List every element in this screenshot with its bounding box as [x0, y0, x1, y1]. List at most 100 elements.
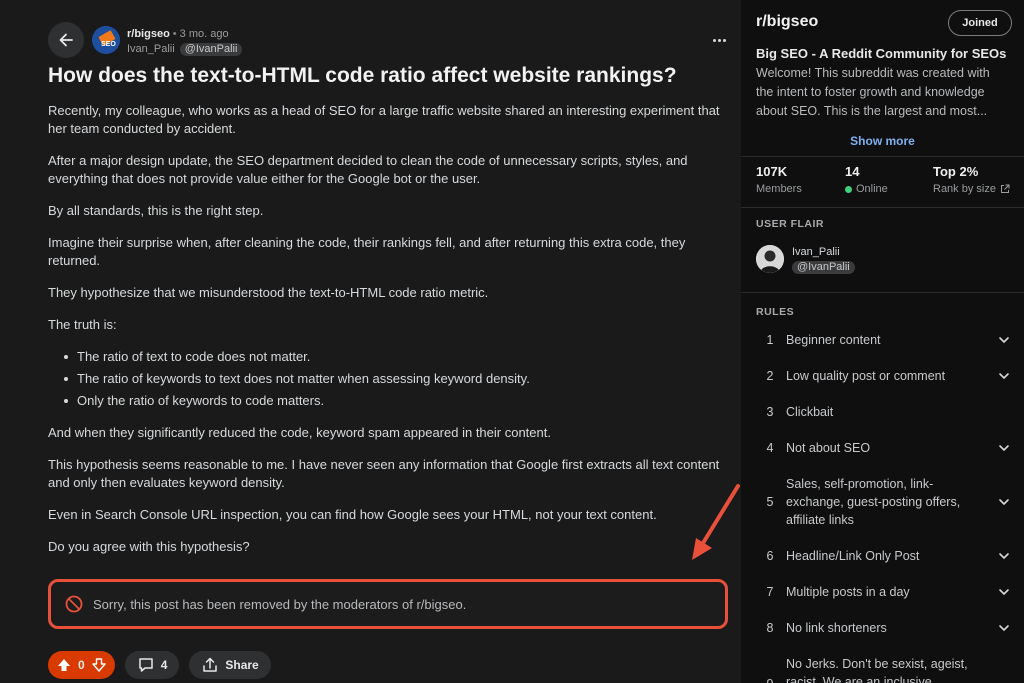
user-flair-tag[interactable]: @IvanPalii [792, 261, 855, 274]
divider [741, 207, 1024, 208]
post-paragraph: Do you agree with this hypothesis? [48, 539, 250, 554]
rule-number: 3 [766, 405, 774, 419]
post-paragraph: The truth is: [48, 317, 117, 332]
rule-text: Clickbait [786, 405, 834, 419]
show-more-button[interactable]: Show more [741, 134, 1024, 148]
share-button[interactable]: Share [189, 651, 271, 679]
comments-button[interactable]: 4 [124, 651, 180, 679]
rules-heading: RULES [756, 306, 795, 318]
rule-number: 4 [766, 441, 774, 455]
subreddit-avatar-icon[interactable]: SEO [92, 26, 120, 54]
rule-item[interactable]: 6 Headline/Link Only Post [756, 547, 1011, 565]
more-options-icon[interactable] [707, 30, 731, 50]
removed-notice: Sorry, this post has been removed by the… [48, 579, 728, 629]
chevron-down-icon [999, 445, 1009, 452]
rule-text: No Jerks. Don't be sexist, ageist, racis… [786, 657, 968, 683]
upvote-icon[interactable] [56, 657, 72, 673]
author-link[interactable]: Ivan_Palii [127, 42, 175, 56]
post-paragraph: Imagine their surprise when, after clean… [48, 235, 686, 268]
user-avatar-icon [756, 245, 784, 273]
post-meta: r/bigseo • 3 mo. ago Ivan_Palii @IvanPalii [127, 27, 243, 56]
stat-value: 14 [845, 164, 860, 179]
rule-item[interactable]: 1 Beginner content [756, 331, 1011, 349]
back-arrow-icon [59, 33, 73, 47]
subreddit-link[interactable]: r/bigseo [127, 28, 170, 40]
rule-text: Beginner content [786, 333, 881, 347]
community-title: Big SEO - A Reddit Community for SEOs [756, 46, 1007, 61]
community-description: Welcome! This subreddit was created with… [756, 66, 990, 118]
post-paragraph: This hypothesis seems reasonable to me. … [48, 457, 720, 490]
post-title: How does the text-to-HTML code ratio aff… [48, 64, 677, 87]
vote-count: 0 [78, 658, 85, 672]
rule-item[interactable]: 2 Low quality post or comment [756, 367, 1011, 385]
comment-icon [138, 658, 153, 672]
stat-rank[interactable]: Top 2% Rank by size [933, 164, 1010, 195]
stat-label: Online [856, 183, 888, 195]
chevron-down-icon [999, 625, 1009, 632]
rule-item[interactable]: 8 No link shorteners [756, 619, 1011, 637]
chevron-down-icon [999, 499, 1009, 506]
rule-number: 2 [766, 369, 774, 383]
rule-text: Multiple posts in a day [786, 585, 910, 599]
annotation-arrow [692, 484, 740, 560]
user-flair-heading: USER FLAIR [756, 218, 824, 230]
comment-count: 4 [160, 658, 168, 672]
post-paragraph: Recently, my colleague, who works as a h… [48, 103, 720, 136]
post-paragraph: And when they significantly reduced the … [48, 425, 551, 440]
post-paragraph: Even in Search Console URL inspection, y… [48, 507, 657, 522]
share-label: Share [225, 658, 259, 672]
chevron-down-icon [999, 337, 1009, 344]
joined-button[interactable]: Joined [948, 10, 1012, 36]
post-paragraph: After a major design update, the SEO dep… [48, 153, 688, 186]
post-body: Recently, my colleague, who works as a h… [48, 102, 728, 570]
stat-label: Members [756, 183, 802, 195]
share-icon [203, 657, 218, 672]
rule-number: 8 [766, 621, 774, 635]
downvote-icon[interactable] [91, 657, 107, 673]
vote-control: 0 [48, 651, 115, 679]
author-flair: @IvanPalii [179, 42, 243, 56]
stat-value: 107K [756, 164, 788, 179]
rule-text: No link shorteners [786, 621, 887, 635]
rule-number: 7 [766, 585, 774, 599]
post-paragraph: They hypothesize that we misunderstood t… [48, 285, 489, 300]
user-flair-name: Ivan_Palii [792, 246, 840, 258]
rule-text: Not about SEO [786, 441, 871, 455]
rule-item[interactable]: 5 Sales, self-promotion, link-exchange, … [756, 475, 1011, 529]
bullet-item: The ratio of keywords to text does not m… [64, 370, 728, 388]
back-button[interactable] [48, 22, 84, 58]
divider [741, 292, 1024, 293]
stat-online: 14 Online [845, 164, 888, 195]
rule-text: Sales, self-promotion, link-exchange, gu… [786, 477, 961, 527]
bullet-item: Only the ratio of keywords to code matte… [64, 392, 728, 410]
chevron-down-icon [999, 553, 1009, 560]
chevron-down-icon [999, 589, 1009, 596]
stat-value: Top 2% [933, 164, 979, 179]
rule-item[interactable]: 7 Multiple posts in a day [756, 583, 1011, 601]
removed-notice-text: Sorry, this post has been removed by the… [93, 596, 467, 612]
bullet-item: The ratio of text to code does not matte… [64, 348, 728, 366]
post-paragraph: By all standards, this is the right step… [48, 203, 264, 218]
post-bullet-list: The ratio of text to code does not matte… [48, 348, 728, 410]
stat-label: Rank by size [933, 183, 996, 195]
divider [741, 156, 1024, 157]
svg-text:SEO: SEO [101, 41, 116, 48]
community-sidebar: r/bigseo Joined Big SEO - A Reddit Commu… [741, 0, 1024, 683]
ban-icon [65, 595, 83, 613]
post-main: SEO r/bigseo • 3 mo. ago Ivan_Palii @IvanP… [0, 0, 741, 683]
external-link-icon [1000, 184, 1010, 193]
meta-separator: • [172, 28, 177, 40]
chevron-down-icon [999, 373, 1009, 380]
sidebar-community-name[interactable]: r/bigseo [756, 13, 818, 31]
rule-item[interactable]: 4 Not about SEO [756, 439, 1011, 457]
post-age: 3 mo. ago [179, 28, 229, 40]
rule-item[interactable]: 9 No Jerks. Don't be sexist, ageist, rac… [756, 655, 1011, 683]
rule-number: 1 [766, 333, 774, 347]
rule-number: 6 [766, 549, 774, 563]
stat-members: 107K Members [756, 164, 802, 195]
rule-item[interactable]: 3 Clickbait [756, 403, 1011, 421]
online-dot-icon [845, 185, 852, 193]
rule-number: 9 [756, 655, 784, 683]
rule-text: Low quality post or comment [786, 369, 946, 383]
rule-number: 5 [766, 495, 774, 509]
